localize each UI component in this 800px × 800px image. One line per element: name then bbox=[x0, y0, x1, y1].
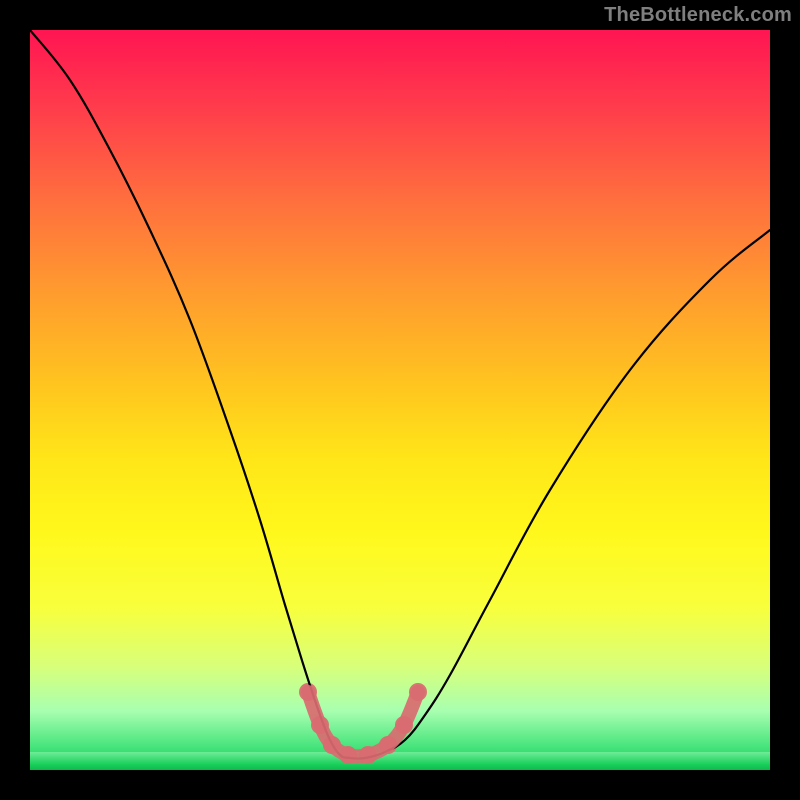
chart-frame: TheBottleneck.com bbox=[0, 0, 800, 800]
curve-path bbox=[30, 30, 770, 759]
plot-area bbox=[30, 30, 770, 770]
trough-band bbox=[308, 692, 418, 756]
watermark-text: TheBottleneck.com bbox=[604, 4, 792, 27]
chart-svg bbox=[30, 30, 770, 770]
